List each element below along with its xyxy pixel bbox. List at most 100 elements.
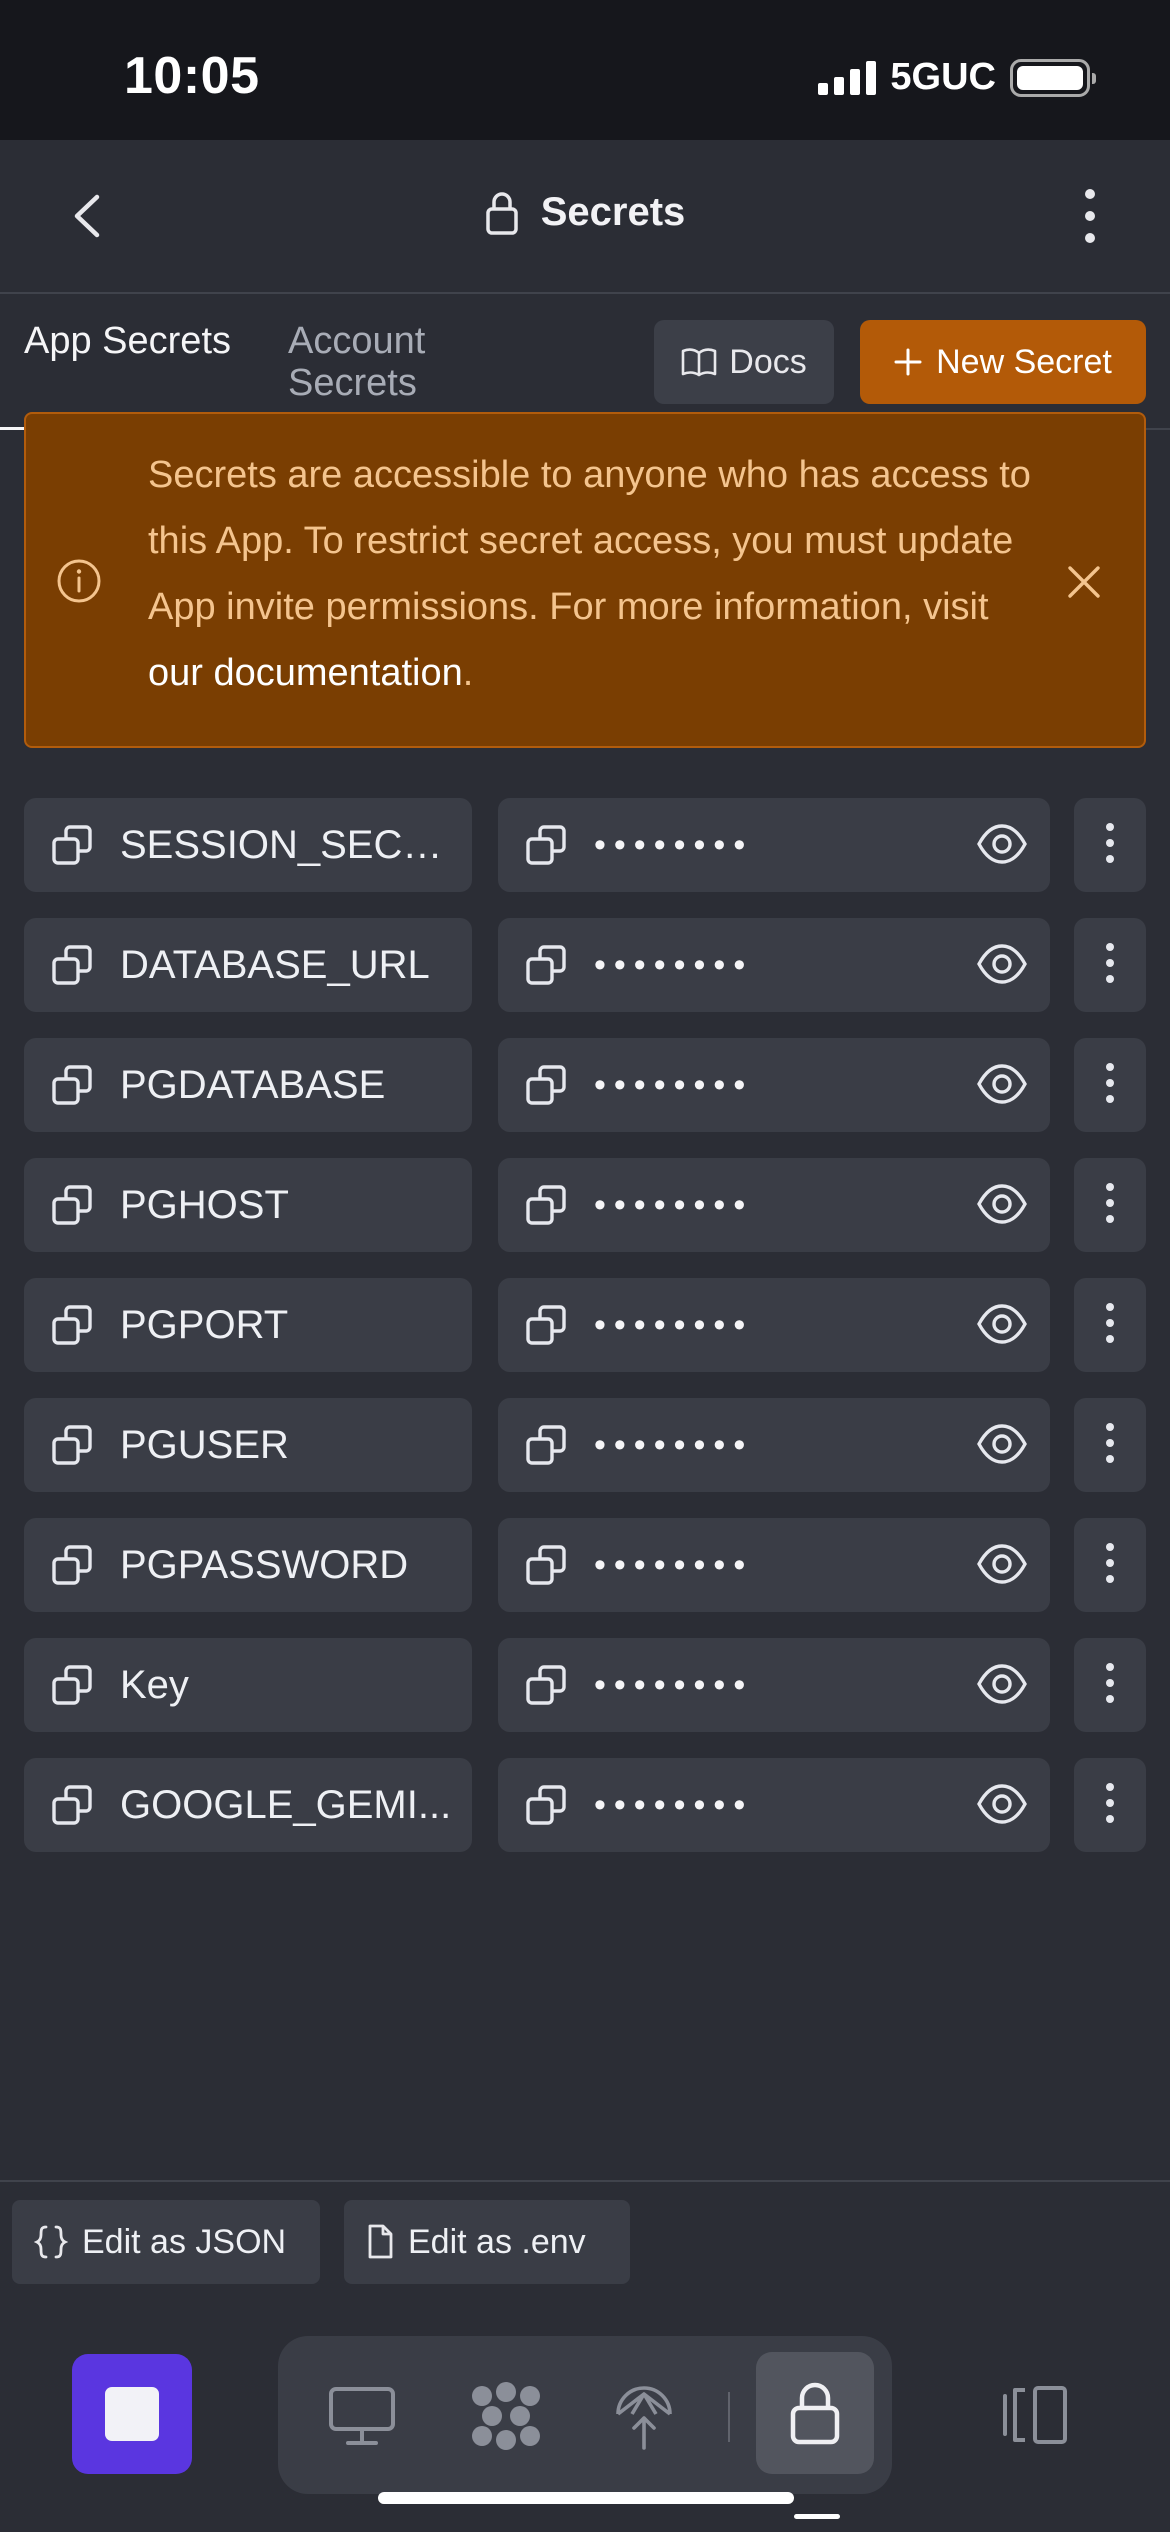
secret-key-field[interactable]: DATABASE_URL <box>24 918 472 1012</box>
tab-app-secrets[interactable]: App Secrets <box>24 320 264 362</box>
panels-icon <box>1003 2386 1067 2444</box>
secret-row: SESSION_SECR... •••••••• <box>24 798 1146 918</box>
secret-value-masked: •••••••• <box>594 1305 754 1344</box>
close-icon[interactable] <box>1064 562 1104 602</box>
secret-value-field[interactable]: •••••••• <box>498 1758 1050 1852</box>
copy-icon[interactable] <box>524 1063 568 1107</box>
copy-icon[interactable] <box>524 943 568 987</box>
secret-row-menu-button[interactable] <box>1074 1518 1146 1612</box>
secret-row: PGDATABASE •••••••• <box>24 1038 1146 1158</box>
copy-icon[interactable] <box>50 1543 94 1587</box>
status-bar: 10:05 5GUC <box>0 0 1170 140</box>
status-time: 10:05 <box>124 47 260 105</box>
more-vertical-icon <box>1085 189 1095 243</box>
copy-icon[interactable] <box>50 1063 94 1107</box>
secret-key-field[interactable]: PGHOST <box>24 1158 472 1252</box>
copy-icon[interactable] <box>50 823 94 867</box>
tab-account-secrets[interactable]: Account Secrets <box>288 320 528 404</box>
secret-row-menu-button[interactable] <box>1074 1038 1146 1132</box>
panels-button[interactable] <box>990 2370 1080 2460</box>
copy-icon[interactable] <box>524 1783 568 1827</box>
secret-row-menu-button[interactable] <box>1074 1398 1146 1492</box>
secret-value-masked: •••••••• <box>594 1425 754 1464</box>
secret-row-menu-button[interactable] <box>1074 1158 1146 1252</box>
secret-key-label: GOOGLE_GEMI... <box>120 1782 452 1827</box>
secret-value-field[interactable]: •••••••• <box>498 798 1050 892</box>
secret-key-field[interactable]: Key <box>24 1638 472 1732</box>
copy-icon[interactable] <box>50 1183 94 1227</box>
edit-as-env-button[interactable]: Edit as .env <box>344 2200 630 2284</box>
copy-icon[interactable] <box>524 1303 568 1347</box>
secret-row-menu-button[interactable] <box>1074 918 1146 1012</box>
secret-key-field[interactable]: SESSION_SECR... <box>24 798 472 892</box>
stop-button[interactable] <box>72 2354 192 2474</box>
new-secret-label: New Secret <box>936 342 1112 381</box>
home-indicator-accent <box>794 2514 840 2519</box>
eye-icon[interactable] <box>976 822 1028 866</box>
secret-row-menu-button[interactable] <box>1074 798 1146 892</box>
eye-icon[interactable] <box>976 1542 1028 1586</box>
top-bar: Secrets <box>0 140 1170 294</box>
new-secret-button[interactable]: New Secret <box>860 320 1146 404</box>
workflows-tool-button[interactable] <box>456 2366 556 2466</box>
secret-key-label: PGPORT <box>120 1302 289 1347</box>
secret-row-menu-button[interactable] <box>1074 1278 1146 1372</box>
secret-key-field[interactable]: PGUSER <box>24 1398 472 1492</box>
secret-value-field[interactable]: •••••••• <box>498 1518 1050 1612</box>
file-icon <box>368 2224 393 2259</box>
secret-value-field[interactable]: •••••••• <box>498 1038 1050 1132</box>
copy-icon[interactable] <box>524 1543 568 1587</box>
copy-icon[interactable] <box>50 943 94 987</box>
eye-icon[interactable] <box>976 942 1028 986</box>
secret-key-field[interactable]: PGPORT <box>24 1278 472 1372</box>
copy-icon[interactable] <box>524 1663 568 1707</box>
secret-key-field[interactable]: GOOGLE_GEMI... <box>24 1758 472 1852</box>
copy-icon[interactable] <box>524 823 568 867</box>
copy-icon[interactable] <box>50 1783 94 1827</box>
secret-value-masked: •••••••• <box>594 825 754 864</box>
copy-icon[interactable] <box>50 1663 94 1707</box>
eye-icon[interactable] <box>976 1182 1028 1226</box>
lock-icon <box>485 191 518 235</box>
secret-key-label: SESSION_SECR... <box>120 822 464 867</box>
documentation-link[interactable]: our documentation <box>148 652 463 694</box>
deploy-tool-button[interactable] <box>594 2366 694 2466</box>
edit-as-json-label: Edit as JSON <box>82 2222 287 2261</box>
more-vertical-icon <box>1105 1181 1115 1230</box>
more-vertical-icon <box>1105 1661 1115 1710</box>
secret-key-label: DATABASE_URL <box>120 942 430 987</box>
eye-icon[interactable] <box>976 1662 1028 1706</box>
secret-row: DATABASE_URL •••••••• <box>24 918 1146 1038</box>
secret-row-menu-button[interactable] <box>1074 1638 1146 1732</box>
battery-icon <box>1010 58 1096 97</box>
secret-value-field[interactable]: •••••••• <box>498 1158 1050 1252</box>
status-indicators: 5GUC <box>818 56 1096 99</box>
copy-icon[interactable] <box>524 1423 568 1467</box>
edit-as-json-button[interactable]: Edit as JSON <box>12 2200 320 2284</box>
secret-value-field[interactable]: •••••••• <box>498 1278 1050 1372</box>
docs-button[interactable]: Docs <box>654 320 834 404</box>
more-vertical-icon <box>1105 941 1115 990</box>
preview-tool-button[interactable] <box>312 2366 412 2466</box>
secrets-tool-button[interactable] <box>756 2352 874 2474</box>
copy-icon[interactable] <box>524 1183 568 1227</box>
secret-key-field[interactable]: PGPASSWORD <box>24 1518 472 1612</box>
secret-value-masked: •••••••• <box>594 1785 754 1824</box>
secret-value-field[interactable]: •••••••• <box>498 918 1050 1012</box>
eye-icon[interactable] <box>976 1302 1028 1346</box>
secret-row-menu-button[interactable] <box>1074 1758 1146 1852</box>
eye-icon[interactable] <box>976 1422 1028 1466</box>
copy-icon[interactable] <box>50 1303 94 1347</box>
eye-icon[interactable] <box>976 1782 1028 1826</box>
secret-row: PGPASSWORD •••••••• <box>24 1518 1146 1638</box>
secret-value-field[interactable]: •••••••• <box>498 1638 1050 1732</box>
eye-icon[interactable] <box>976 1062 1028 1106</box>
banner-text-end: . <box>462 652 474 694</box>
secret-value-field[interactable]: •••••••• <box>498 1398 1050 1492</box>
more-options-button[interactable] <box>1072 186 1108 246</box>
copy-icon[interactable] <box>50 1423 94 1467</box>
monitor-icon <box>329 2387 395 2445</box>
secret-key-field[interactable]: PGDATABASE <box>24 1038 472 1132</box>
book-icon <box>681 348 717 377</box>
secret-value-masked: •••••••• <box>594 1665 754 1704</box>
